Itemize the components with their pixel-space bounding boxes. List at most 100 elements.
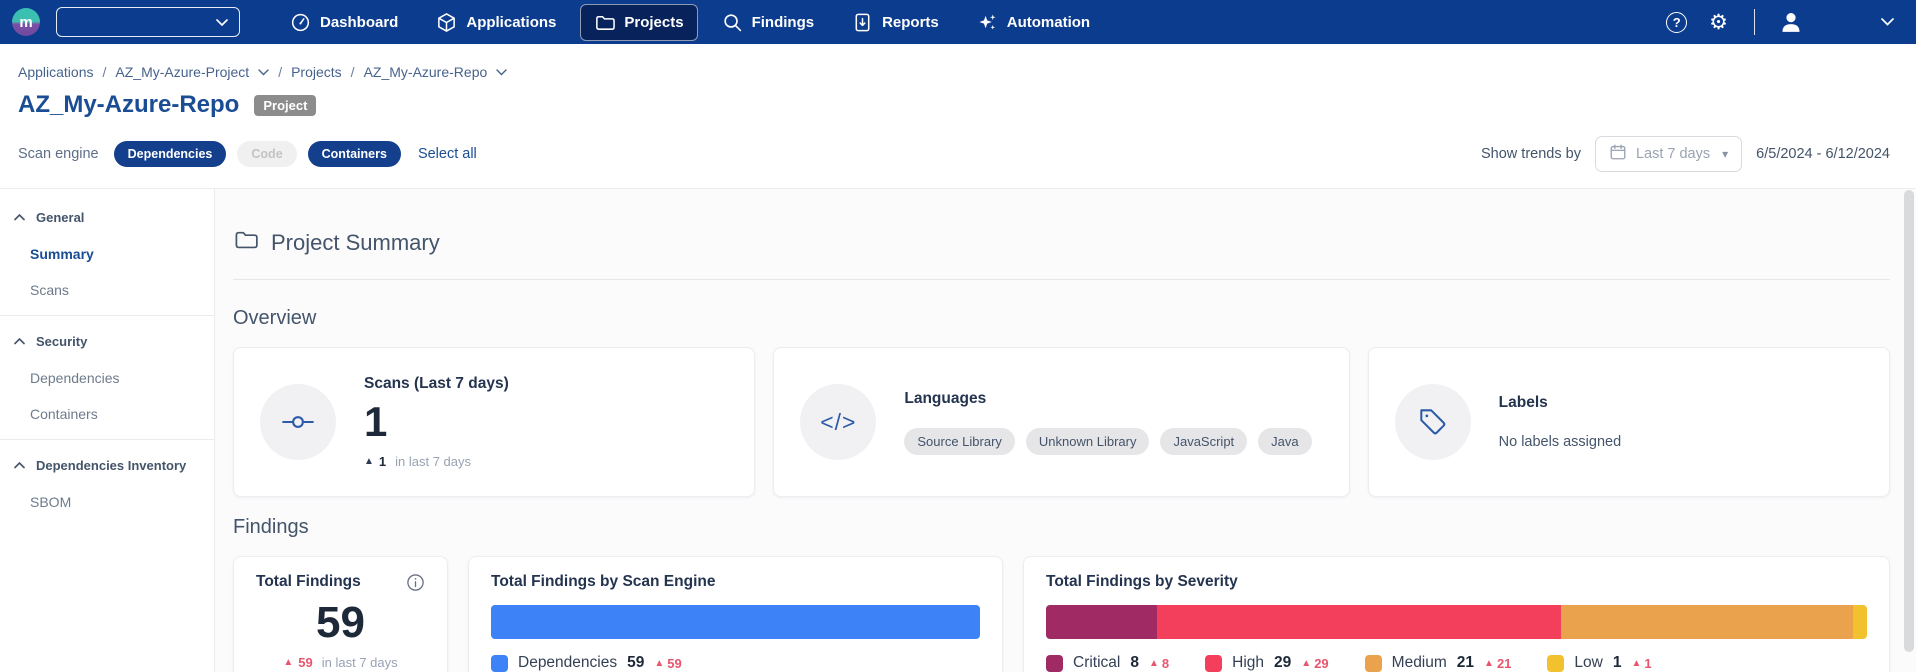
navbar-divider	[1754, 9, 1755, 35]
severity-segment-critical	[1046, 605, 1157, 639]
chip-dependencies[interactable]: Dependencies	[114, 141, 227, 167]
nav-item-applications[interactable]: Applications	[422, 4, 570, 41]
sidebar-group-label: General	[36, 210, 84, 225]
chevron-up-icon	[14, 214, 25, 221]
sidebar-group-dependencies-inventory[interactable]: Dependencies Inventory	[0, 447, 214, 484]
cube-icon	[436, 12, 457, 33]
caret-down-icon: ▾	[1722, 147, 1728, 161]
chevron-up-icon	[14, 338, 25, 345]
language-tag: Source Library	[904, 428, 1015, 455]
folder-icon	[233, 227, 258, 258]
nav-item-automation[interactable]: Automation	[963, 4, 1104, 41]
severity-swatch-medium	[1365, 655, 1382, 672]
sidebar-group-general[interactable]: General	[0, 199, 214, 236]
breadcrumb-application-name[interactable]: AZ_My-Azure-Project	[115, 64, 249, 80]
code-icon: </>	[800, 384, 876, 460]
severity-label: Medium	[1392, 654, 1447, 672]
total-findings-trend: 59	[298, 655, 312, 670]
language-tag: Unknown Library	[1026, 428, 1150, 455]
nav-item-findings[interactable]: Findings	[708, 4, 829, 41]
breadcrumb-applications[interactable]: Applications	[18, 64, 94, 80]
breadcrumb-separator: /	[351, 64, 355, 80]
trends-period-value: Last 7 days	[1636, 146, 1710, 162]
severity-stacked-bar	[1046, 605, 1867, 639]
severity-legend-item: Critical 8 ▲8	[1046, 654, 1169, 672]
languages-card-title: Languages	[904, 390, 1322, 408]
main-panel: Project Summary Overview Scans (Last 7 d…	[215, 189, 1916, 672]
nav-item-dashboard[interactable]: Dashboard	[276, 4, 412, 41]
nav-item-projects[interactable]: Projects	[580, 4, 697, 41]
project-type-badge: Project	[254, 95, 316, 116]
severity-segment-low	[1853, 605, 1867, 639]
by-engine-title: Total Findings by Scan Engine	[491, 573, 980, 591]
trend-suffix: in last 7 days	[322, 655, 398, 670]
mend-logo[interactable]: m	[12, 8, 40, 36]
sidebar-item-containers[interactable]: Containers	[0, 396, 214, 432]
severity-swatch-high	[1205, 655, 1222, 672]
scans-trend-value: 1	[379, 454, 386, 469]
chevron-down-icon[interactable]	[496, 69, 507, 76]
engine-legend-item: Dependencies 59 ▲ 59	[491, 654, 682, 672]
calendar-icon	[1609, 143, 1627, 165]
trend-up-icon: ▲	[283, 657, 293, 668]
chevron-down-icon[interactable]	[1881, 18, 1894, 26]
engine-bar	[491, 605, 980, 639]
sidebar-item-dependencies[interactable]: Dependencies	[0, 360, 214, 396]
breadcrumb-separator: /	[278, 64, 282, 80]
vertical-scrollbar[interactable]	[1904, 190, 1914, 652]
sidebar-group-label: Dependencies Inventory	[36, 458, 186, 473]
severity-legend-item: High 29 ▲29	[1205, 654, 1329, 672]
chip-code: Code	[237, 141, 296, 167]
user-avatar[interactable]	[1779, 10, 1803, 34]
nav-item-reports[interactable]: Reports	[838, 4, 953, 41]
sidebar-divider	[0, 315, 214, 316]
trend-up-icon: ▲	[1484, 658, 1494, 669]
main-header-title: Project Summary	[271, 230, 440, 256]
severity-segment-high	[1157, 605, 1561, 639]
sidebar-group-security[interactable]: Security	[0, 323, 214, 360]
trend-up-icon: ▲	[654, 658, 664, 669]
severity-trend: 8	[1162, 656, 1169, 671]
findings-by-severity-card: Total Findings by Severity Critical 8 ▲8	[1023, 556, 1890, 672]
scan-engine-label: Scan engine	[18, 146, 99, 162]
engine-legend-label: Dependencies	[518, 654, 617, 672]
sidebar-item-scans[interactable]: Scans	[0, 272, 214, 308]
nav-item-label: Reports	[882, 14, 939, 31]
severity-trend: 21	[1497, 656, 1511, 671]
folder-icon	[594, 12, 615, 33]
trend-up-icon: ▲	[1631, 658, 1641, 669]
chip-containers[interactable]: Containers	[308, 141, 401, 167]
chevron-down-icon[interactable]	[258, 69, 269, 76]
breadcrumb-project-name[interactable]: AZ_My-Azure-Repo	[364, 64, 488, 80]
nav-item-label: Projects	[624, 14, 683, 31]
scans-card: Scans (Last 7 days) 1 ▲ 1 in last 7 days	[233, 347, 755, 497]
severity-trend: 1	[1644, 656, 1651, 671]
gear-icon[interactable]: ⚙	[1709, 12, 1728, 33]
severity-label: High	[1232, 654, 1264, 672]
select-all-link[interactable]: Select all	[418, 146, 477, 162]
language-tag: Java	[1258, 428, 1311, 455]
languages-card: </> Languages Source Library Unknown Lib…	[773, 347, 1349, 497]
severity-segment-medium	[1561, 605, 1853, 639]
trends-period-dropdown[interactable]: Last 7 days ▾	[1595, 136, 1742, 172]
engine-legend-trend: 59	[667, 656, 681, 671]
info-icon[interactable]	[406, 573, 425, 597]
language-tag: JavaScript	[1160, 428, 1247, 455]
main-nav: Dashboard Applications Projects Findings…	[276, 4, 1104, 41]
sidebar-item-sbom[interactable]: SBOM	[0, 484, 214, 520]
severity-swatch-low	[1547, 655, 1564, 672]
severity-count: 21	[1457, 654, 1474, 672]
total-findings-card: Total Findings 59 ▲ 59 in last 7 days	[233, 556, 448, 672]
chevron-up-icon	[14, 462, 25, 469]
total-findings-count: 59	[256, 601, 425, 645]
sidebar-divider	[0, 439, 214, 440]
nav-item-label: Findings	[752, 14, 815, 31]
severity-trend: 29	[1314, 656, 1328, 671]
gauge-icon	[290, 12, 311, 33]
help-icon[interactable]: ?	[1666, 12, 1687, 33]
sidebar-item-summary[interactable]: Summary	[0, 236, 214, 272]
nav-item-label: Applications	[466, 14, 556, 31]
breadcrumb-projects[interactable]: Projects	[291, 64, 342, 80]
labels-card: Labels No labels assigned	[1368, 347, 1890, 497]
org-selector-dropdown[interactable]	[56, 7, 240, 37]
